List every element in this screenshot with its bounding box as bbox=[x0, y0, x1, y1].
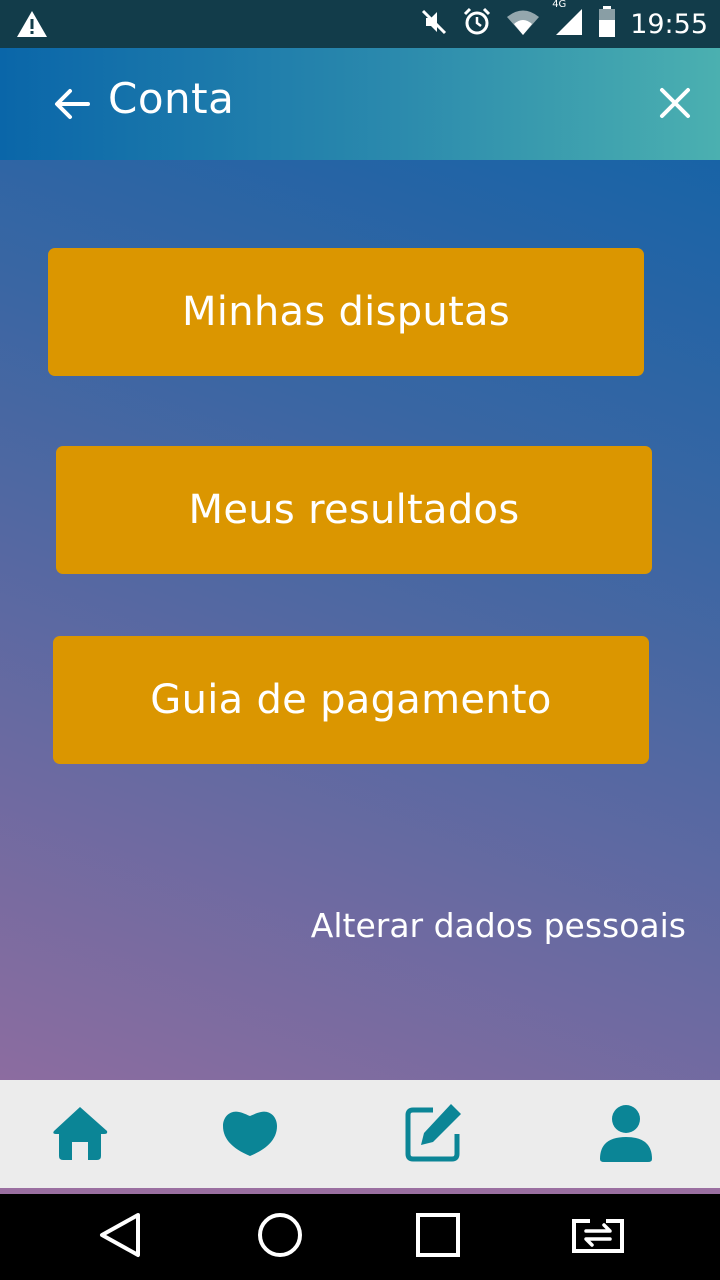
tab-home[interactable] bbox=[20, 1080, 140, 1190]
nav-recents-button[interactable] bbox=[398, 1194, 478, 1280]
arrow-left-icon[interactable] bbox=[52, 84, 92, 128]
alter-personal-data-link[interactable]: Alterar dados pessoais bbox=[311, 906, 686, 945]
tab-profile[interactable] bbox=[566, 1080, 686, 1190]
recents-icon bbox=[415, 1212, 461, 1262]
system-nav-bar bbox=[0, 1194, 720, 1280]
app-header: Conta bbox=[0, 48, 720, 160]
wifi-icon bbox=[506, 8, 540, 40]
signal-icon: 4G bbox=[552, 0, 584, 41]
tab-edit[interactable] bbox=[374, 1080, 494, 1190]
battery-icon bbox=[598, 6, 616, 42]
my-disputes-button[interactable]: Minhas disputas bbox=[48, 248, 644, 376]
home-circle-icon bbox=[256, 1211, 304, 1263]
tab-favorites[interactable] bbox=[190, 1080, 310, 1190]
mute-icon bbox=[420, 8, 448, 40]
switch-icon bbox=[570, 1215, 626, 1259]
status-bar: 4G 19:55 bbox=[0, 0, 720, 48]
alarm-icon bbox=[462, 7, 492, 41]
screen: 4G 19:55 Conta Minhas disputas Meus resu… bbox=[0, 0, 720, 1280]
back-triangle-icon bbox=[98, 1211, 142, 1263]
profile-icon bbox=[598, 1103, 654, 1167]
status-time: 19:55 bbox=[630, 8, 708, 40]
nav-back-button[interactable] bbox=[80, 1194, 160, 1280]
close-icon[interactable] bbox=[658, 86, 692, 124]
warning-icon bbox=[16, 10, 48, 42]
payment-guide-button[interactable]: Guia de pagamento bbox=[53, 636, 649, 764]
heart-icon bbox=[221, 1108, 279, 1162]
my-results-button[interactable]: Meus resultados bbox=[56, 446, 652, 574]
nav-switch-button[interactable] bbox=[558, 1194, 638, 1280]
network-type: 4G bbox=[552, 0, 567, 10]
page-title: Conta bbox=[108, 74, 235, 123]
nav-home-button[interactable] bbox=[240, 1194, 320, 1280]
edit-icon bbox=[403, 1102, 465, 1168]
home-icon bbox=[51, 1104, 109, 1166]
bottom-tab-bar bbox=[0, 1080, 720, 1190]
